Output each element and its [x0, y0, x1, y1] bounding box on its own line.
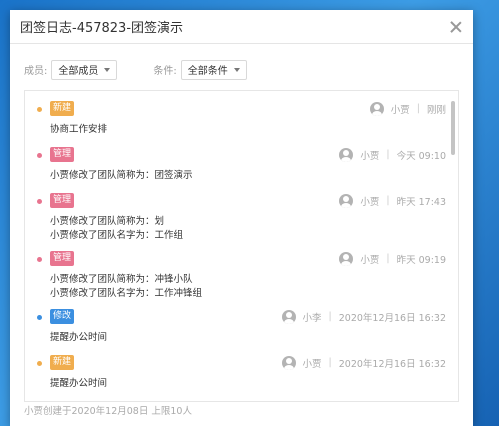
entry-meta: 小贾 | 刚刚: [369, 101, 446, 116]
member-filter-select[interactable]: 全部成员: [51, 59, 118, 80]
action-tag: 新建: [50, 355, 75, 370]
desktop-background: { "dialog": { "title": "团签日志-457823-团签演示…: [0, 0, 499, 426]
log-entry: 新建 小贾 | 2020年12月16日 16:32 提醒办公时间: [25, 353, 450, 399]
avatar-icon: [281, 355, 296, 370]
filter-bar: 成员: 全部成员 条件: 全部条件: [10, 44, 473, 86]
entry-user: 小李: [302, 312, 322, 324]
action-tag: 新建: [50, 101, 75, 116]
entry-content: 小贾修改了团队简称为：划小贾修改了团队名字为：工作组: [50, 215, 183, 243]
entry-line: 小贾修改了团队简称为：划: [50, 216, 165, 227]
entry-time: 刚刚: [426, 104, 446, 116]
entry-time: 昨天 17:43: [396, 196, 446, 208]
timeline-dot: [37, 315, 42, 320]
entry-user: 小贾: [390, 104, 410, 116]
entry-user: 小贾: [360, 196, 380, 208]
avatar-icon: [281, 309, 296, 324]
meta-separator: |: [328, 311, 332, 322]
log-list[interactable]: 新建 小贾 | 刚刚 协商工作安排 管理 小贾 | 今天 09:10 小贾修改了团队简称为：团签演…: [24, 90, 459, 402]
avatar-icon: [369, 101, 384, 116]
entry-line: 小贾修改了团队名字为：工作组: [50, 230, 184, 241]
chevron-down-icon: [104, 67, 111, 72]
entry-content: 提醒办公时间: [50, 331, 107, 345]
meta-separator: |: [386, 253, 390, 264]
entry-time: 昨天 09:19: [396, 254, 446, 266]
entry-line: 提醒办公时间: [50, 332, 108, 343]
meta-separator: |: [328, 357, 332, 368]
member-filter-value: 全部成员: [58, 66, 99, 77]
entry-user: 小贾: [302, 358, 322, 370]
action-tag: 修改: [50, 309, 75, 324]
action-tag: 管理: [50, 147, 75, 162]
log-entry: 管理 小贾 | 昨天 17:43 小贾修改了团队简称为：划小贾修改了团队名字为：工作组: [25, 191, 450, 241]
close-icon[interactable]: [449, 20, 463, 34]
entry-content: 小贾修改了团队简称为：冲锋小队 小贾修改了团队名字为：工作冲锋组: [50, 273, 202, 301]
scrollbar[interactable]: [451, 101, 455, 155]
timeline-dot: [37, 199, 42, 204]
entry-line: 小贾修改了团队简称为：冲锋小队: [50, 274, 193, 285]
entry-user: 小贾: [360, 150, 380, 162]
entry-line: 小贾修改了团队名字为：工作冲锋组: [50, 288, 203, 299]
avatar-icon: [339, 193, 354, 208]
entry-line: 小贾修改了团队简称为：团签演示: [50, 170, 193, 181]
meta-separator: |: [386, 149, 390, 160]
chevron-down-icon: [233, 67, 240, 72]
dialog-header: 团签日志-457823-团签演示: [10, 10, 473, 44]
condition-filter-label: 条件:: [153, 66, 177, 77]
meta-separator: |: [386, 195, 390, 206]
entry-meta: 小贾 | 2020年12月16日 16:32: [281, 355, 446, 370]
entry-content: 小贾修改了团队简称为：团签演示: [50, 169, 193, 183]
log-entry: 管理 小贾 | 昨天 09:19 小贾修改了团队简称为：冲锋小队 小贾修改了团队名字为：工…: [25, 249, 450, 299]
entry-time: 2020年12月16日 16:32: [338, 358, 446, 370]
dialog-title: 团签日志-457823-团签演示: [20, 21, 184, 36]
action-tag: 管理: [50, 251, 75, 266]
log-entry: 管理 小贾 | 今天 09:10 小贾修改了团队简称为：团签演示: [25, 145, 450, 191]
condition-filter-value: 全部条件: [187, 66, 228, 77]
entry-line: 协商工作安排: [50, 124, 108, 135]
timeline-dot: [37, 361, 42, 366]
log-entry: 修改 小李 | 2020年12月16日 16:32 提醒办公时间: [25, 307, 450, 353]
avatar-icon: [339, 251, 354, 266]
entry-meta: 小贾 | 今天 09:10: [339, 147, 446, 162]
entry-meta: 小李 | 2020年12月16日 16:32: [281, 309, 446, 324]
meta-separator: |: [416, 103, 420, 114]
entry-meta: 小贾 | 昨天 09:19: [339, 251, 446, 266]
member-filter-label: 成员:: [24, 66, 48, 77]
condition-filter-select[interactable]: 全部条件: [180, 59, 247, 80]
entry-content: 提醒办公时间: [50, 377, 107, 391]
entry-user: 小贾: [360, 254, 380, 266]
entry-line: 提醒办公时间: [50, 378, 108, 389]
avatar-icon: [339, 147, 354, 162]
entry-content: 协商工作安排: [50, 123, 107, 137]
entry-time: 今天 09:10: [396, 150, 446, 162]
action-tag: 管理: [50, 193, 75, 208]
entry-time: 2020年12月16日 16:32: [338, 312, 446, 324]
team-log-dialog: 团签日志-457823-团签演示 成员: 全部成员 条件: 全部条件 新建 小贾 |…: [10, 10, 473, 426]
entry-meta: 小贾 | 昨天 17:43: [339, 193, 446, 208]
timeline-dot: [37, 257, 42, 262]
footer-info: 小贾创建于2020年12月08日 上限10人: [24, 406, 192, 417]
timeline-dot: [37, 153, 42, 158]
timeline-dot: [37, 107, 42, 112]
log-entry: 新建 小贾 | 刚刚协商工作安排: [25, 99, 450, 145]
